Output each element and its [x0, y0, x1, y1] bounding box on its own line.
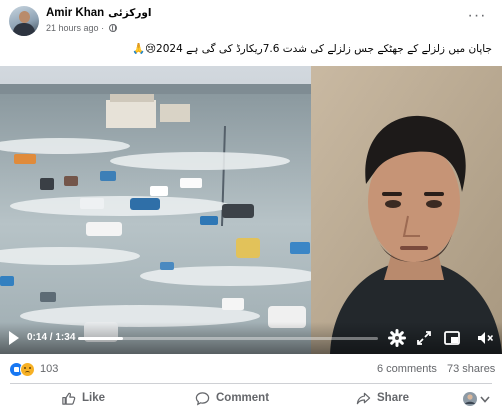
video-time: 0:14 / 1:34: [27, 332, 75, 343]
author-name[interactable]: Amir Khan: [46, 7, 104, 19]
chevron-down-icon: [480, 396, 490, 403]
author-alt-name[interactable]: اورکزئی: [108, 7, 151, 19]
video-frame: [0, 66, 502, 354]
post-header: Amir Khan اورکزئی 21 hours ago · ···: [0, 0, 502, 40]
video-player[interactable]: 0:14 / 1:34: [0, 66, 502, 354]
globe-icon: [108, 24, 117, 32]
fullscreen-icon[interactable]: [415, 329, 433, 347]
current-time: 0:14: [27, 332, 48, 343]
reaction-stats: 103 6 comments 73 shares: [0, 358, 502, 380]
picture-in-picture-icon[interactable]: [443, 329, 461, 347]
author-line: Amir Khan اورکزئی: [46, 7, 152, 19]
meta-separator: ·: [101, 23, 105, 33]
post-meta: 21 hours ago ·: [46, 23, 117, 33]
duration: 1:34: [55, 332, 76, 343]
reaction-count[interactable]: 103: [40, 363, 58, 375]
more-options-button[interactable]: ···: [464, 8, 490, 28]
thumbs-up-icon: [62, 392, 76, 405]
comment-bubble-icon: [195, 392, 210, 406]
gear-icon[interactable]: [388, 329, 406, 347]
play-icon[interactable]: [8, 331, 20, 345]
timestamp[interactable]: 21 hours ago: [46, 23, 99, 33]
avatar-face: [19, 11, 30, 23]
like-label: Like: [82, 392, 106, 404]
volume-icon[interactable]: [476, 329, 494, 347]
share-arrow-icon: [356, 392, 371, 405]
video-controls: 0:14 / 1:34: [0, 322, 502, 354]
comment-label: Comment: [216, 392, 270, 404]
action-bar: Like Comment Share: [0, 388, 502, 410]
time-separator: /: [49, 332, 53, 343]
comments-count-link[interactable]: 6 comments: [377, 363, 437, 375]
stats-divider: [10, 383, 492, 384]
avatar[interactable]: [9, 6, 39, 36]
shares-count-link[interactable]: 73 shares: [447, 363, 495, 375]
progress-fill: [78, 337, 123, 340]
avatar-shoulders: [13, 23, 35, 36]
audience-selector[interactable]: [462, 391, 492, 407]
reaction-icons[interactable]: [9, 362, 39, 378]
progress-bar[interactable]: [78, 337, 378, 340]
share-label: Share: [377, 392, 409, 404]
sad-reaction-icon: [20, 362, 35, 377]
post-caption: جاپان میں زلزلے کے جھٹکے جس زلزلے کی شدت…: [132, 43, 492, 55]
